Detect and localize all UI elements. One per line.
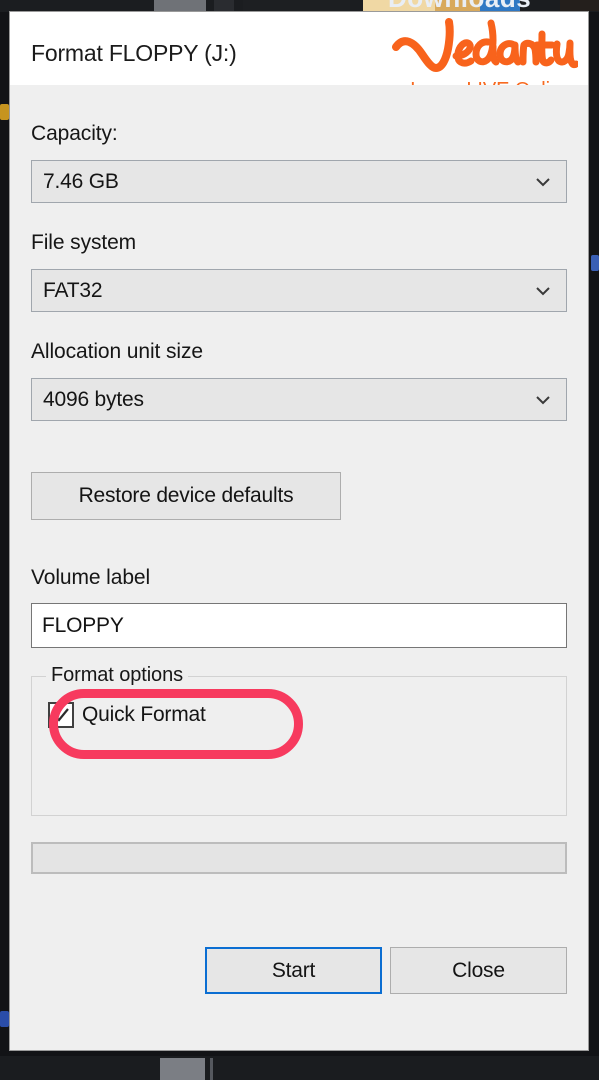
restore-device-defaults-button[interactable]: Restore device defaults [31, 472, 341, 520]
allocation-unit-size-label: Allocation unit size [31, 340, 203, 363]
allocation-unit-size-select[interactable]: 4096 bytes [31, 378, 567, 421]
dialog-titlebar: Format FLOPPY (J:) [10, 12, 588, 101]
background-thumbnail [154, 0, 206, 11]
background-accent [591, 255, 599, 271]
format-options-legend: Format options [46, 664, 188, 687]
format-dialog: Format FLOPPY (J:) Capacity: 7.46 GB Fil… [9, 11, 589, 1051]
chevron-down-icon[interactable] [532, 171, 554, 193]
capacity-value: 7.46 GB [43, 169, 119, 193]
format-options-group: Format options Quick Format [31, 664, 567, 816]
dialog-body: Capacity: 7.46 GB File system FAT32 Allo… [10, 85, 588, 1050]
volume-label-label: Volume label [31, 566, 151, 589]
chevron-down-icon[interactable] [532, 280, 554, 302]
capacity-select[interactable]: 7.46 GB [31, 160, 567, 203]
allocation-unit-size-value: 4096 bytes [43, 387, 144, 411]
checkmark-icon [53, 708, 69, 722]
dialog-title: Format FLOPPY (J:) [31, 40, 237, 66]
background-accent [0, 104, 9, 120]
background-thumbnail [560, 0, 599, 11]
close-button[interactable]: Close [390, 947, 567, 994]
background-taskbar [0, 1056, 599, 1080]
quick-format-checkbox[interactable] [48, 702, 74, 728]
chevron-down-icon[interactable] [532, 389, 554, 411]
volume-label-input[interactable] [31, 603, 567, 648]
background-thumbnail [214, 0, 234, 11]
capacity-label: Capacity: [31, 122, 118, 145]
start-button[interactable]: Start [205, 947, 382, 994]
quick-format-row[interactable]: Quick Format [48, 702, 206, 728]
quick-format-label: Quick Format [82, 703, 206, 726]
file-system-label: File system [31, 231, 137, 254]
file-system-select[interactable]: FAT32 [31, 269, 567, 312]
background-thumbnail [210, 1058, 213, 1080]
background-thumbnail [160, 1058, 205, 1080]
format-progress-bar [31, 842, 567, 874]
background-accent [0, 1011, 9, 1027]
vedantu-logo-icon [392, 18, 578, 72]
dialog-footer: Start Close [31, 947, 567, 994]
screen: Downloads Format FLOPPY (J:) [0, 0, 599, 1080]
background-thumbnail [243, 0, 350, 11]
file-system-value: FAT32 [43, 278, 103, 302]
